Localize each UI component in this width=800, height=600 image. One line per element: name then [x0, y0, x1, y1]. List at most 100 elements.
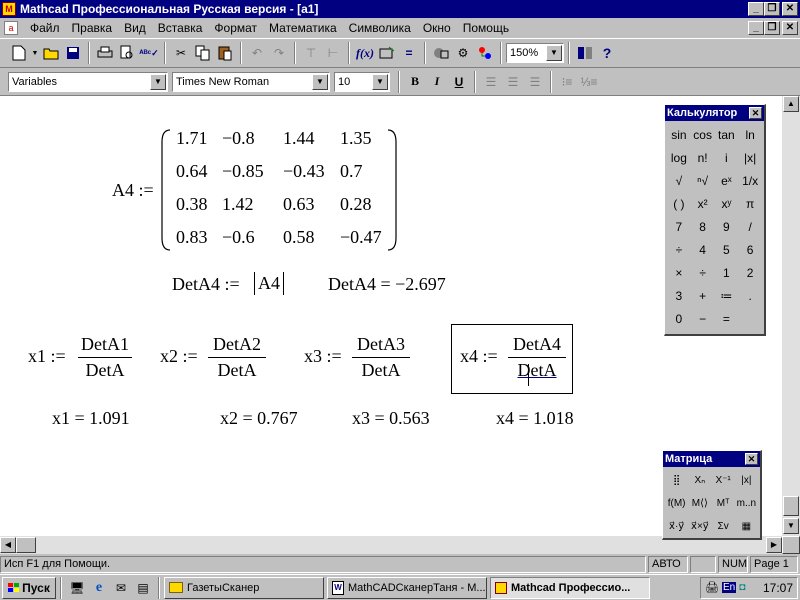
calc-key[interactable]: 8 — [691, 215, 715, 238]
underline-button[interactable]: U — [448, 71, 470, 93]
align-left-text-icon[interactable]: ☰ — [480, 71, 502, 93]
scroll-right-icon[interactable]: ▶ — [766, 537, 782, 553]
new-doc-icon[interactable] — [8, 42, 30, 64]
font-size-select[interactable]: 10 ▼ — [334, 71, 390, 92]
bold-button[interactable]: B — [404, 71, 426, 93]
matrix-cell[interactable]: 0.28 — [340, 194, 372, 215]
align-right-text-icon[interactable]: ☰ — [524, 71, 546, 93]
font-select[interactable]: Times New Roman ▼ — [172, 71, 330, 92]
calculator-titlebar[interactable]: Калькулятор ✕ — [665, 105, 764, 121]
restore-button[interactable]: ❐ — [764, 2, 780, 16]
calc-key[interactable]: eˣ — [715, 169, 739, 192]
menu-format[interactable]: Формат — [208, 21, 263, 35]
matrix-cell[interactable]: 0.83 — [176, 227, 208, 248]
matrix-titlebar[interactable]: Матрица ✕ — [663, 451, 760, 467]
matrix-key[interactable]: X⁻¹ — [712, 469, 735, 492]
print-icon[interactable] — [94, 42, 116, 64]
calc-key[interactable]: × — [667, 261, 691, 284]
calc-key[interactable]: 9 — [715, 215, 739, 238]
calc-key[interactable]: 4 — [691, 238, 715, 261]
calc-key[interactable]: 5 — [715, 238, 739, 261]
chevron-down-icon[interactable]: ▼ — [150, 73, 166, 90]
matrix-cell[interactable]: 0.38 — [176, 194, 208, 215]
menu-math[interactable]: Математика — [263, 21, 343, 35]
scroll-left-icon[interactable]: ◀ — [0, 537, 16, 553]
calc-key[interactable]: x² — [691, 192, 715, 215]
new-dropdown-icon[interactable]: ▼ — [30, 42, 40, 64]
align-top-icon[interactable]: ⊤ — [300, 42, 322, 64]
close-icon[interactable]: ✕ — [745, 453, 758, 465]
x3-fraction[interactable]: DetA3 DetA — [352, 334, 410, 381]
chevron-down-icon[interactable]: ▼ — [312, 73, 328, 90]
matrix-key[interactable]: Xₙ — [688, 469, 711, 492]
insert-hyperlink-icon[interactable] — [474, 42, 496, 64]
det-def-arg[interactable]: A4 — [254, 272, 284, 295]
resource-center-icon[interactable] — [574, 42, 596, 64]
task-button-active[interactable]: Mathcad Профессио... — [490, 576, 650, 599]
calc-key[interactable]: cos — [691, 123, 715, 146]
document-icon[interactable]: a — [4, 21, 18, 35]
close-button[interactable]: ✕ — [782, 2, 798, 16]
matrix-cell[interactable]: 1.42 — [222, 194, 254, 215]
calc-key[interactable]: 7 — [667, 215, 691, 238]
calc-key[interactable]: ( ) — [667, 192, 691, 215]
calc-key[interactable]: / — [738, 215, 762, 238]
calc-key[interactable]: ÷ — [691, 261, 715, 284]
bullets-icon[interactable]: ⁝≡ — [556, 71, 578, 93]
help-icon[interactable]: ? — [596, 42, 618, 64]
open-folder-icon[interactable] — [40, 42, 62, 64]
align-center-text-icon[interactable]: ☰ — [502, 71, 524, 93]
print-preview-icon[interactable] — [116, 42, 138, 64]
matrix-cell[interactable]: −0.47 — [340, 227, 382, 248]
calc-key[interactable]: ln — [738, 123, 762, 146]
task-button[interactable]: ГазетыСканер — [164, 576, 324, 599]
calc-key[interactable]: sin — [667, 123, 691, 146]
printer-tray-icon[interactable]: 🖨 — [705, 581, 719, 594]
x1-fraction[interactable]: DetA1 DetA — [78, 334, 132, 381]
calc-key[interactable]: 3 — [667, 284, 691, 307]
matrix-cell[interactable]: −0.43 — [283, 161, 325, 182]
matrix-cell[interactable]: 1.71 — [176, 128, 208, 149]
calc-key[interactable]: ⁿ√ — [691, 169, 715, 192]
menu-file[interactable]: Файл — [24, 21, 66, 35]
calc-key[interactable]: 1/x — [738, 169, 762, 192]
calc-key[interactable]: − — [691, 307, 715, 330]
vertical-scrollbar[interactable]: ▲ ▼ — [782, 96, 800, 536]
menu-insert[interactable]: Вставка — [152, 21, 209, 35]
matrix-cell[interactable]: 1.44 — [283, 128, 315, 149]
close-icon[interactable]: ✕ — [749, 107, 762, 119]
calc-key[interactable]: + — [691, 284, 715, 307]
scroll-down-icon[interactable]: ▼ — [783, 518, 799, 534]
copy-icon[interactable] — [192, 42, 214, 64]
x4-denominator[interactable]: DetA — [508, 360, 566, 381]
insert-function-icon[interactable]: f(x) — [354, 42, 376, 64]
matrix-key[interactable]: ⣿ — [665, 469, 688, 492]
save-icon[interactable] — [62, 42, 84, 64]
x4-fraction[interactable]: DetA4 DetA — [508, 334, 566, 381]
doc-restore-button[interactable]: ❐ — [764, 21, 780, 35]
calc-key[interactable]: = — [715, 307, 739, 330]
menu-view[interactable]: Вид — [118, 21, 152, 35]
matrix-cell[interactable]: 0.7 — [340, 161, 363, 182]
matrix-key[interactable]: ▦ — [735, 515, 758, 538]
calc-key[interactable]: 6 — [738, 238, 762, 261]
cut-icon[interactable]: ✂ — [170, 42, 192, 64]
minimize-button[interactable]: _ — [748, 2, 764, 16]
matrix-cell[interactable]: 0.63 — [283, 194, 315, 215]
scroll-thumb-h[interactable] — [16, 537, 36, 553]
language-indicator[interactable]: En — [721, 582, 737, 593]
matrix-cell[interactable]: −0.8 — [222, 128, 255, 149]
matrix-key[interactable]: f(M) — [665, 492, 688, 515]
calc-key[interactable]: ≔ — [715, 284, 739, 307]
spellcheck-icon[interactable]: ᴬᴮᶜ✓ — [138, 42, 160, 64]
matrix-cell[interactable]: −0.85 — [222, 161, 264, 182]
matrix-key[interactable]: Mᵀ — [712, 492, 735, 515]
start-button[interactable]: Пуск — [2, 576, 56, 599]
matrix-cell[interactable]: 0.58 — [283, 227, 315, 248]
scroll-thumb[interactable] — [783, 496, 799, 516]
calc-key[interactable]: xʸ — [715, 192, 739, 215]
show-desktop-icon[interactable]: 🖥 — [66, 577, 88, 599]
redo-icon[interactable]: ↷ — [268, 42, 290, 64]
calc-key[interactable]: |x| — [738, 146, 762, 169]
calculate-icon[interactable]: = — [398, 42, 420, 64]
